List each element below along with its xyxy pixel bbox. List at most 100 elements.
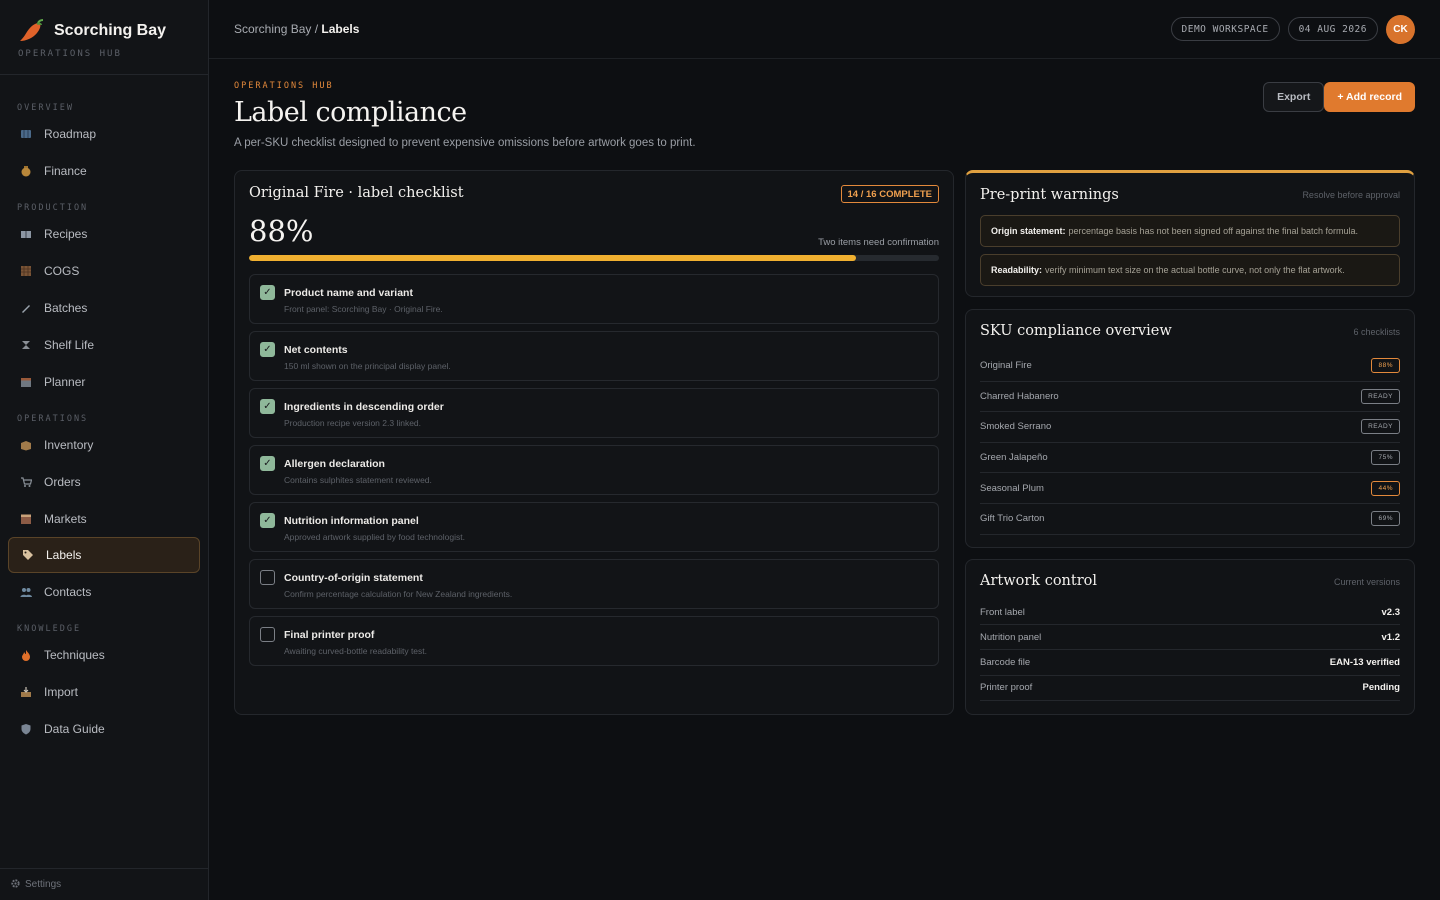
- sidebar-item-finance[interactable]: Finance: [0, 152, 200, 189]
- checklist-item[interactable]: ✓ Ingredients in descending order Producti…: [249, 388, 939, 438]
- sidebar-item-labels[interactable]: Labels: [8, 537, 200, 573]
- sidebar-item-label: Planner: [44, 374, 86, 389]
- sidebar-item-batches[interactable]: Batches: [0, 289, 200, 326]
- checkbox-checked[interactable]: ✓: [260, 399, 275, 414]
- sidebar-item-label: Contacts: [44, 584, 92, 599]
- breadcrumb-root[interactable]: Scorching Bay: [234, 22, 311, 36]
- ledger-icon: [19, 264, 33, 278]
- pre-print-warnings-card: Pre-print warnings Resolve before approv…: [965, 170, 1415, 297]
- breadcrumb: Scorching Bay / Labels: [234, 22, 359, 36]
- sidebar-item-label: Data Guide: [44, 721, 105, 736]
- checkmark-icon: ✓: [263, 515, 272, 526]
- checklist-item[interactable]: Country-of-origin statement Confirm perce…: [249, 559, 939, 609]
- book-icon: [19, 227, 33, 241]
- sidebar-item-shelf-life[interactable]: Shelf Life: [0, 326, 200, 363]
- sidebar-item-label: Techniques: [44, 647, 105, 662]
- brand: Scorching Bay OPERATIONS HUB: [0, 0, 208, 75]
- checkbox-unchecked[interactable]: [260, 570, 275, 585]
- checklist-item[interactable]: ✓ Net contents 150 ml shown on the princip…: [249, 331, 939, 381]
- map-icon: [19, 127, 33, 141]
- sidebar-item-orders[interactable]: Orders: [0, 463, 200, 500]
- sidebar-item-markets[interactable]: Markets: [0, 500, 200, 537]
- artwork-meta: Current versions: [1333, 577, 1400, 587]
- sidebar-item-label: Labels: [46, 548, 82, 562]
- warning-label: Origin statement:: [991, 226, 1066, 236]
- warning-text: verify minimum text size on the actual b…: [1045, 265, 1345, 275]
- sku-title: SKU compliance overview: [980, 323, 1172, 339]
- sidebar-item-contacts[interactable]: Contacts: [0, 573, 200, 610]
- artwork-row: Printer proof Pending: [980, 676, 1400, 701]
- sku-name: Smoked Serrano: [980, 421, 1052, 433]
- sidebar-item-inventory[interactable]: Inventory: [0, 426, 200, 463]
- money-bag-icon: [19, 164, 33, 178]
- checklist-item-title: Nutrition information panel: [284, 515, 419, 527]
- brand-subtitle: OPERATIONS HUB: [18, 49, 122, 59]
- sku-name: Charred Habanero: [980, 390, 1059, 402]
- sku-row[interactable]: Smoked Serrano READY: [980, 412, 1400, 443]
- page-title: Label compliance: [234, 97, 467, 128]
- warning-text: percentage basis has not been signed off…: [1068, 226, 1359, 236]
- settings-link[interactable]: Settings: [0, 868, 208, 900]
- checkbox-checked[interactable]: ✓: [260, 456, 275, 471]
- inbox-icon: [19, 685, 33, 699]
- page-eyebrow: OPERATIONS HUB: [234, 81, 334, 91]
- date-badge: 04 AUG 2026: [1287, 17, 1378, 41]
- checkbox-checked[interactable]: ✓: [260, 513, 275, 528]
- completion-percent: 88%: [249, 214, 314, 248]
- sku-name: Gift Trio Carton: [980, 513, 1045, 525]
- sidebar-item-recipes[interactable]: Recipes: [0, 215, 200, 252]
- topbar: Scorching Bay / Labels DEMO WORKSPACE 04…: [209, 0, 1440, 59]
- warning-readability: Readability: verify minimum text size on …: [980, 254, 1400, 286]
- sidebar-item-planner[interactable]: Planner: [0, 363, 200, 400]
- completion-note: Two items need confirmation: [818, 237, 939, 248]
- sku-row[interactable]: Charred Habanero READY: [980, 382, 1400, 413]
- checkbox-unchecked[interactable]: [260, 627, 275, 642]
- sku-overview-card: SKU compliance overview 6 checklists Ori…: [965, 309, 1415, 548]
- checkbox-checked[interactable]: ✓: [260, 342, 275, 357]
- checklist-item-title: Final printer proof: [284, 629, 375, 641]
- checklist-item[interactable]: ✓ Nutrition information panel Approved art…: [249, 502, 939, 552]
- checklist-item-detail: Production recipe version 2.3 linked.: [284, 418, 422, 428]
- checkmark-icon: ✓: [263, 458, 272, 469]
- add-record-button[interactable]: + Add record: [1324, 82, 1415, 112]
- hourglass-icon: [19, 338, 33, 352]
- sku-row[interactable]: Green Jalapeño 75%: [980, 443, 1400, 474]
- checklist-item-title: Product name and variant: [284, 287, 413, 299]
- checklist-item-detail: Approved artwork supplied by food techno…: [284, 532, 465, 542]
- artwork-row: Barcode file EAN-13 verified: [980, 650, 1400, 676]
- sidebar-item-label: Roadmap: [44, 126, 97, 141]
- artwork-item-version: v1.2: [1381, 631, 1401, 643]
- artwork-item-version: Pending: [1362, 682, 1400, 694]
- warnings-meta: Resolve before approval: [1302, 190, 1400, 200]
- artwork-title: Artwork control: [980, 573, 1098, 589]
- market-icon: [19, 512, 33, 526]
- sku-row[interactable]: Seasonal Plum 44%: [980, 473, 1400, 504]
- sidebar-item-import[interactable]: Import: [0, 673, 200, 710]
- sidebar-item-cogs[interactable]: COGS: [0, 252, 200, 289]
- sku-name: Green Jalapeño: [980, 452, 1048, 464]
- checkmark-icon: ✓: [263, 401, 272, 412]
- flame-icon: [19, 648, 33, 662]
- sidebar-item-techniques[interactable]: Techniques: [0, 636, 200, 673]
- sidebar-item-label: Import: [44, 684, 79, 699]
- sku-row[interactable]: Original Fire 88%: [980, 351, 1400, 382]
- sidebar-item-data-guide[interactable]: Data Guide: [0, 710, 200, 747]
- sku-list: Original Fire 88% Charred Habanero READY Smo…: [980, 351, 1400, 535]
- sidebar-item-roadmap[interactable]: Roadmap: [0, 115, 200, 152]
- checkbox-checked[interactable]: ✓: [260, 285, 275, 300]
- calendar-icon: [19, 375, 33, 389]
- export-button[interactable]: Export: [1263, 82, 1325, 112]
- checklist-item[interactable]: ✓ Product name and variant Front panel: Sc…: [249, 274, 939, 324]
- avatar[interactable]: CK: [1386, 14, 1415, 44]
- checklist-item[interactable]: Final printer proof Awaiting curved-bottl…: [249, 616, 939, 666]
- progress-bar-fill: [249, 255, 857, 261]
- checklist-item-title: Ingredients in descending order: [284, 401, 444, 413]
- checklist-item-title: Net contents: [284, 344, 348, 356]
- sidebar-item-label: Orders: [44, 474, 81, 489]
- artwork-item-version: EAN-13 verified: [1329, 656, 1400, 668]
- label-checklist-card: Original Fire · label checklist 14 / 16 …: [234, 170, 954, 715]
- workspace-badge[interactable]: DEMO WORKSPACE: [1170, 17, 1280, 41]
- checklist-item[interactable]: ✓ Allergen declaration Contains sulphites …: [249, 445, 939, 495]
- sku-row[interactable]: Gift Trio Carton 69%: [980, 504, 1400, 535]
- sidebar-item-label: Markets: [44, 511, 87, 526]
